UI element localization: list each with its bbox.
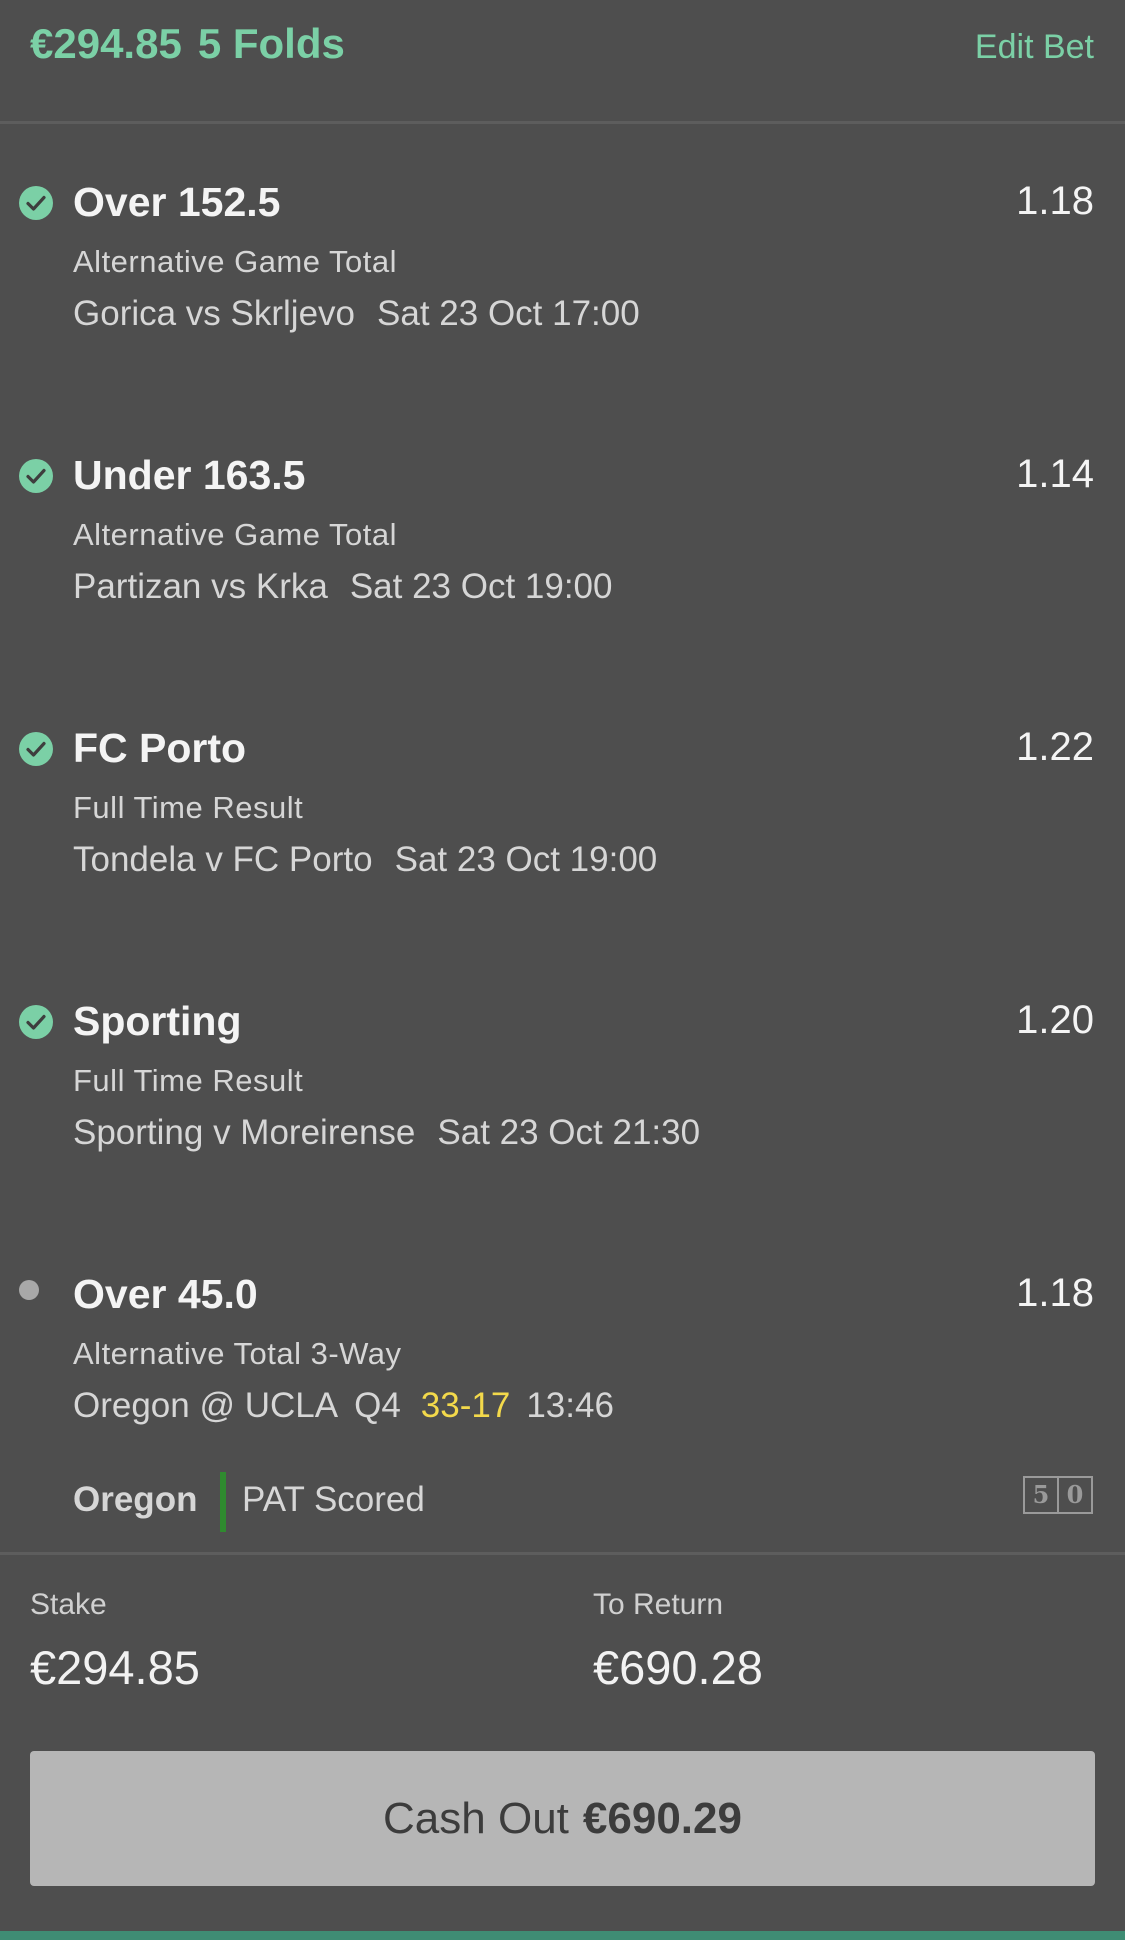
- selection-event-line: Tondela v FC Porto Sat 23 Oct 19:00: [73, 840, 679, 880]
- selection-item: Under 163.5 1.14 Alternative Game Total …: [0, 439, 1125, 679]
- selection-odds: 1.18: [1016, 179, 1094, 223]
- edit-bet-button[interactable]: Edit Bet: [975, 28, 1094, 67]
- selection-market: Alternative Game Total: [73, 517, 398, 552]
- check-icon: [19, 186, 53, 220]
- selection-time: Sat 23 Oct 19:00: [394, 840, 658, 879]
- cash-out-amount: €690.29: [582, 1794, 742, 1843]
- selection-name: Over 45.0: [73, 1271, 258, 1317]
- scoreboard-digit: 0: [1057, 1478, 1091, 1512]
- cash-out-button[interactable]: Cash Out €690.29: [30, 1751, 1095, 1886]
- selection-name: Under 163.5: [73, 452, 306, 498]
- selection-item: FC Porto 1.22 Full Time Result Tondela v…: [0, 712, 1125, 952]
- return-value: €690.28: [593, 1641, 763, 1694]
- live-event-text: PAT Scored: [242, 1480, 425, 1519]
- bet-title: €294.85 5 Folds: [30, 20, 345, 68]
- selection-item: Sporting 1.20 Full Time Result Sporting …: [0, 985, 1125, 1225]
- selection-odds: 1.18: [1016, 1271, 1094, 1315]
- bet-type: 5 Folds: [197, 20, 345, 67]
- selection-event-line: Sporting v Moreirense Sat 23 Oct 21:30: [73, 1113, 722, 1153]
- selection-name: Sporting: [73, 998, 242, 1044]
- divider: [0, 1552, 1125, 1555]
- live-score: 33-17: [420, 1386, 511, 1425]
- selection-event: Tondela v FC Porto: [73, 840, 373, 879]
- bet-header: €294.85 5 Folds Edit Bet: [0, 0, 1125, 124]
- stake-value: €294.85: [30, 1641, 200, 1694]
- live-update-row: Oregon PAT Scored 5 0: [73, 1468, 1093, 1534]
- selection-item-live: Over 45.0 1.18 Alternative Total 3-Way O…: [0, 1258, 1125, 1498]
- stake-label: Stake: [30, 1588, 107, 1621]
- selection-event: Sporting v Moreirense: [73, 1113, 416, 1152]
- selection-event-line: Oregon @ UCLA Q4 33-17 13:46: [73, 1386, 636, 1426]
- selection-market: Full Time Result: [73, 1063, 304, 1098]
- return-label: To Return: [593, 1588, 724, 1621]
- team-color-bar: [220, 1472, 226, 1532]
- selection-odds: 1.22: [1016, 725, 1094, 769]
- check-icon: [19, 732, 53, 766]
- cash-out-label: Cash Out: [383, 1794, 569, 1843]
- selection-event: Gorica vs Skrljevo: [73, 294, 356, 333]
- selection-time: Sat 23 Oct 17:00: [377, 294, 640, 333]
- selection-time: Sat 23 Oct 19:00: [349, 567, 613, 606]
- live-team: Oregon: [73, 1480, 198, 1519]
- selection-item: Over 152.5 1.18 Alternative Game Total G…: [0, 166, 1125, 406]
- game-clock: 13:46: [526, 1386, 614, 1425]
- scoreboard-digit: 5: [1032, 1480, 1050, 1509]
- bottom-accent-strip: [0, 1931, 1125, 1940]
- selection-odds: 1.14: [1016, 452, 1094, 496]
- selection-odds: 1.20: [1016, 998, 1094, 1042]
- check-icon: [19, 459, 53, 493]
- selection-event-line: Gorica vs Skrljevo Sat 23 Oct 17:00: [73, 294, 662, 334]
- selection-name: FC Porto: [73, 725, 247, 771]
- selection-market: Full Time Result: [73, 790, 304, 825]
- selection-time: Sat 23 Oct 21:30: [437, 1113, 701, 1152]
- selection-name: Over 152.5: [73, 179, 281, 225]
- selection-event-line: Partizan vs Krka Sat 23 Oct 19:00: [73, 567, 634, 607]
- selection-event: Partizan vs Krka: [73, 567, 328, 606]
- selection-market: Alternative Game Total: [73, 244, 398, 279]
- selection-quarter: Q4: [354, 1386, 401, 1425]
- pending-dot-icon: [19, 1280, 39, 1300]
- selection-event: Oregon @ UCLA: [73, 1386, 339, 1425]
- scoreboard-icon[interactable]: 5 0: [1023, 1476, 1093, 1514]
- bet-amount: €294.85: [30, 20, 182, 67]
- selection-market: Alternative Total 3-Way: [73, 1336, 402, 1371]
- check-icon: [19, 1005, 53, 1039]
